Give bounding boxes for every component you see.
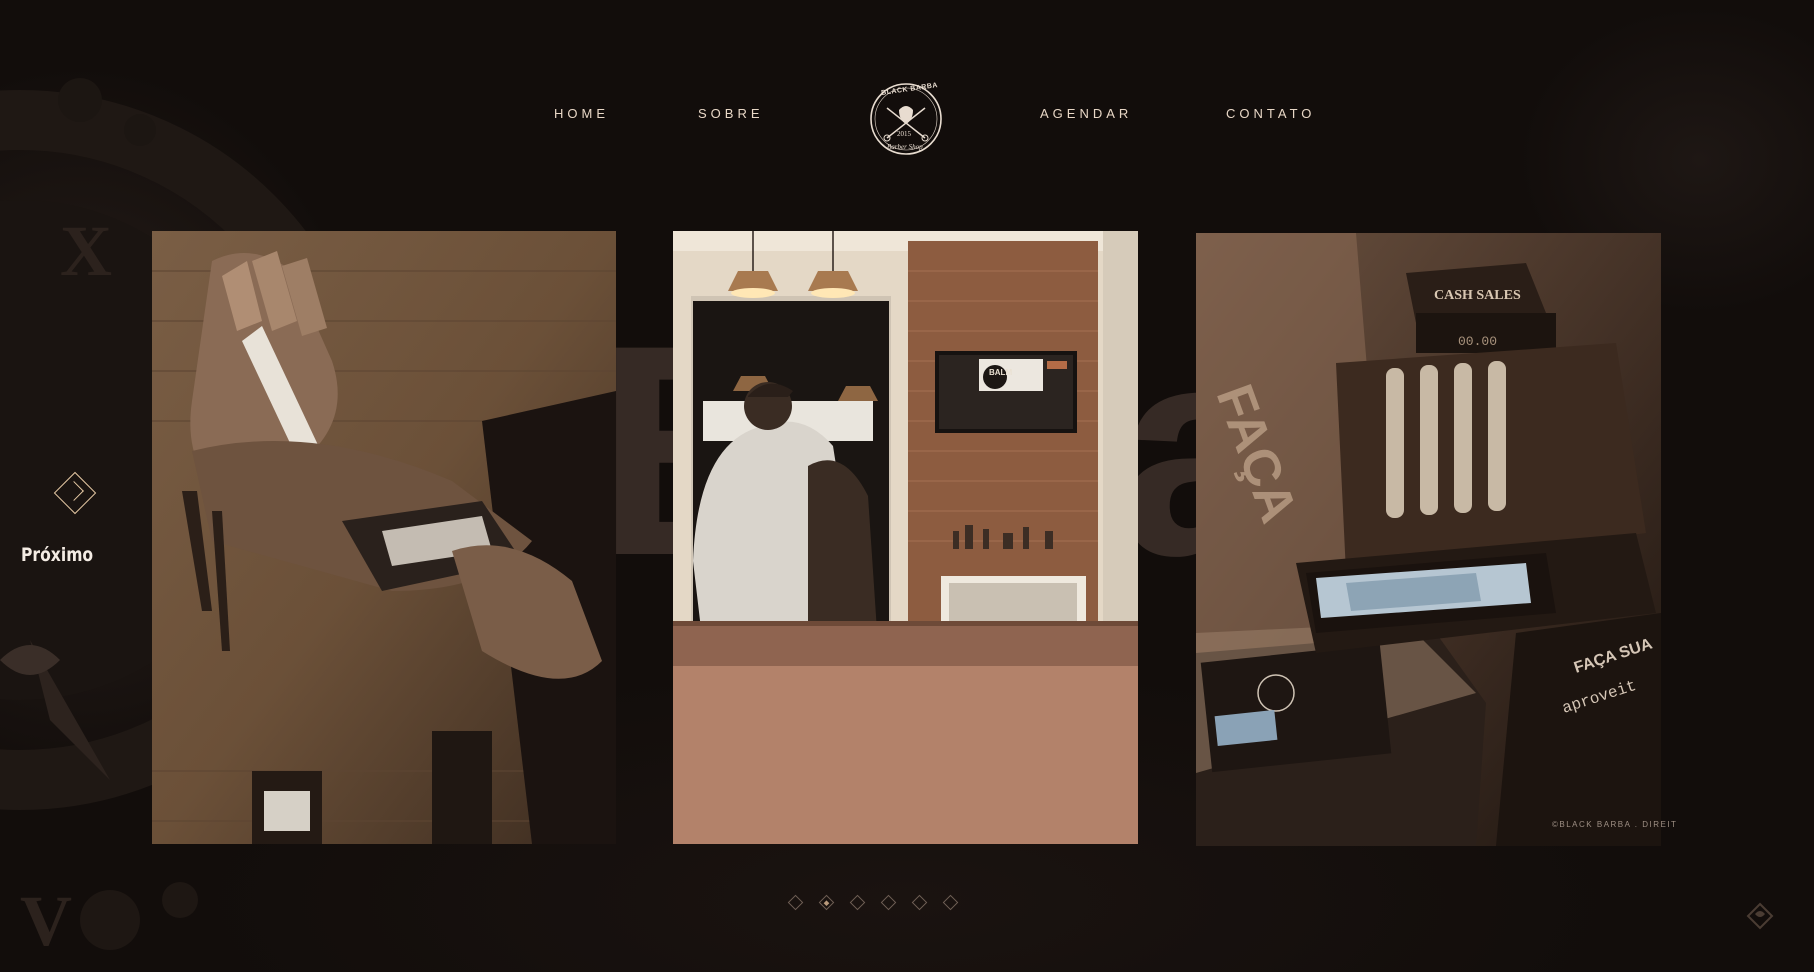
tv-balm-label: BALM	[989, 368, 1012, 377]
nav-home-link[interactable]: HOME	[554, 106, 609, 121]
slider-pagination	[787, 893, 970, 913]
trimmer-oil-image	[152, 231, 616, 844]
clock-numeral-decoration: V	[20, 881, 72, 961]
cash-register-image: FAÇA CASH SALES 00.00 FAÇA SUA aproveit	[1196, 233, 1661, 846]
next-slide-button[interactable]: Próximo	[18, 471, 102, 574]
clock-numeral-decoration: X	[60, 211, 112, 291]
nav-contato-link[interactable]: CONTATO	[1226, 106, 1315, 121]
brand-logo[interactable]: BLACK BARBA 2015 Barber Shop	[867, 80, 945, 158]
nav-sobre-link[interactable]: SOBRE	[698, 106, 764, 121]
page: X V B a HOME SOBRE AGENDAR CONTATO BLACK…	[0, 0, 1814, 972]
next-slide-label: Próximo	[21, 544, 94, 566]
pagination-dot[interactable]	[880, 894, 897, 911]
pagination-dot-active[interactable]	[818, 894, 835, 911]
register-sign-text: CASH SALES	[1434, 288, 1521, 303]
slide-trimmer-oil-photo[interactable]	[152, 231, 616, 844]
pagination-dot[interactable]	[942, 894, 959, 911]
developer-mark-icon[interactable]	[1746, 902, 1774, 930]
logo-tagline-text: Barber Shop	[887, 143, 923, 151]
pagination-dot[interactable]	[911, 894, 928, 911]
pagination-dot[interactable]	[787, 894, 804, 911]
barbershop-interior-image: BALM	[673, 231, 1138, 844]
slide-barbershop-interior-photo[interactable]: BALM	[673, 231, 1138, 844]
photo-copyright-text: ©BLACK BARBA . DIREIT	[1552, 820, 1678, 829]
logo-year-text: 2015	[897, 130, 911, 138]
nav-agendar-link[interactable]: AGENDAR	[1040, 106, 1132, 121]
pagination-dot[interactable]	[849, 894, 866, 911]
slide-cash-register-photo[interactable]: FAÇA CASH SALES 00.00 FAÇA SUA aproveit	[1196, 233, 1661, 846]
register-amount-text: 00.00	[1458, 334, 1497, 349]
